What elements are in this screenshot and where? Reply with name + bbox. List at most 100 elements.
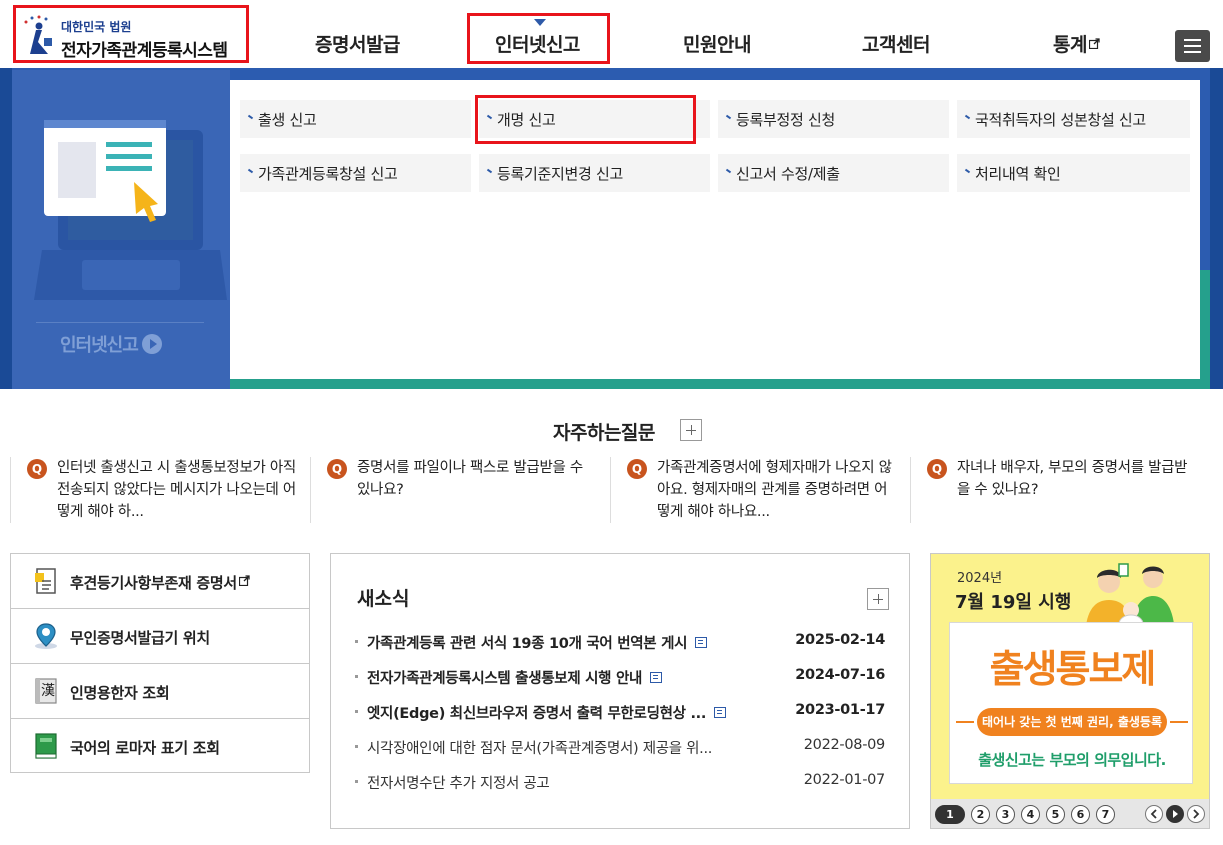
news-item-title: 엣지(Edge) 최신브라우저 증명서 출력 무한로딩현상 ... [367, 702, 727, 723]
banner-duty: 출생신고는 부모의 의무입니다. [978, 751, 1166, 769]
banner-headline: 출생통보제 [989, 647, 1157, 691]
bullet-icon [355, 710, 358, 713]
submenu-family-register-creation[interactable]: 가족관계등록창설 신고 [240, 154, 471, 192]
banner-next-button[interactable] [1187, 805, 1205, 823]
faq-question: 인터넷 출생신고 시 출생통보정보가 아직 전송되지 않았다는 메시지가 나오는… [57, 460, 296, 520]
quick-link-label: 무인증명서발급기 위치 [70, 629, 210, 647]
faq-q-icon: Q [627, 459, 647, 479]
document-icon [695, 637, 708, 648]
news-item-date: 2024-07-16 [795, 667, 885, 683]
faq-q-icon: Q [27, 459, 47, 479]
external-link-icon [1088, 38, 1100, 49]
court-emblem-icon [24, 15, 52, 54]
chevron-left-icon [1150, 809, 1157, 819]
banner-deco-line [1170, 721, 1188, 723]
news-title: 새소식 [357, 588, 410, 610]
nav-statistics[interactable]: 통계 [1053, 30, 1100, 57]
faq-question: 자녀나 배우자, 부모의 증명서를 발급받을 수 있나요? [957, 460, 1188, 498]
banner-date: 7월 19일 시행 [955, 592, 1072, 613]
news-item-date: 2025-02-14 [795, 632, 885, 648]
court-label: 대한민국 법원 [61, 20, 132, 34]
faq-item[interactable]: Q 가족관계증명서에 형제자매가 나오지 않아요. 형제자매의 관계를 증명하려… [610, 457, 910, 523]
promo-banner[interactable]: 2024년 7월 19일 시행 출생통보제 태어나 갖는 첫 번째 권리, 출생… [930, 553, 1210, 829]
news-item-text: 전자가족관계등록시스템 출생통보제 시행 안내 [367, 671, 643, 687]
svg-text:漢: 漢 [41, 683, 55, 699]
nav-certificate[interactable]: 증명서발급 [315, 30, 400, 57]
banner-year: 2024년 [957, 571, 1003, 586]
banner-pagination: 1 2 3 4 5 6 7 [931, 799, 1209, 828]
news-item-date: 2023-01-17 [795, 702, 885, 718]
news-item-title: 가족관계등록 관련 서식 19종 10개 국어 번역본 게시 [367, 632, 708, 653]
quick-links-box: 후견등기사항부존재 증명서 무인증명서발급기 위치 漢 인명용한자 조회 국어의… [10, 553, 310, 773]
faq-item[interactable]: Q 증명서를 파일이나 팩스로 발급받을 수 있나요? [310, 457, 610, 523]
banner-page-2[interactable]: 2 [971, 805, 990, 824]
quick-link-kiosk-location[interactable]: 무인증명서발급기 위치 [11, 609, 309, 664]
news-box: 새소식 가족관계등록 관련 서식 19종 10개 국어 번역본 게시 2025-… [330, 553, 910, 829]
document-icon [714, 707, 727, 718]
news-item-date: 2022-01-07 [803, 772, 886, 788]
news-more-button[interactable] [867, 588, 889, 610]
site-logo[interactable]: 대한민국 법원 전자가족관계등록시스템 [13, 5, 249, 63]
document-icon [650, 672, 663, 683]
submenu-processing-status[interactable]: 처리내역 확인 [957, 154, 1190, 192]
submenu-active-highlight [475, 95, 696, 144]
quick-link-label: 인명용한자 조회 [70, 684, 170, 702]
news-item-title: 시각장애인에 대한 점자 문서(가족관계증명서) 제공을 위... [367, 741, 713, 757]
banner-page-6[interactable]: 6 [1071, 805, 1090, 824]
submenu-birth-report[interactable]: 출생 신고 [240, 100, 471, 138]
news-item[interactable]: 가족관계등록 관련 서식 19종 10개 국어 번역본 게시 2025-02-1… [355, 632, 885, 654]
news-item[interactable]: 엣지(Edge) 최신브라우저 증명서 출력 무한로딩현상 ... 2023-0… [355, 702, 885, 724]
quick-link-label: 국어의 로마자 표기 조회 [70, 739, 220, 757]
banner-page-5[interactable]: 5 [1046, 805, 1065, 824]
hamburger-menu-button[interactable] [1175, 30, 1210, 62]
faq-title: 자주하는질문 [553, 422, 655, 444]
mega-menu-caption[interactable]: 인터넷신고 [36, 322, 204, 364]
play-circle-icon [141, 334, 162, 354]
external-link-icon [238, 575, 250, 586]
banner-pill: 태어나 갖는 첫 번째 권리, 출생등록 [977, 708, 1167, 736]
banner-prev-button[interactable] [1145, 805, 1163, 823]
nav-statistics-label: 통계 [1053, 34, 1087, 56]
document-icon [35, 568, 56, 594]
submenu-report-edit-submit[interactable]: 신고서 수정/제출 [718, 154, 949, 192]
news-item-text: 엣지(Edge) 최신브라우저 증명서 출력 무한로딩현상 ... [367, 706, 707, 722]
faq-more-button[interactable] [680, 419, 702, 441]
laptop-illustration-icon [34, 120, 227, 300]
submenu-registration-base-change[interactable]: 등록기준지변경 신고 [479, 154, 710, 192]
faq-question: 가족관계증명서에 형제자매가 나오지 않아요. 형제자매의 관계를 증명하려면 … [657, 460, 892, 520]
quick-link-guardianship-certificate[interactable]: 후견등기사항부존재 증명서 [11, 554, 309, 609]
news-item-title: 전자가족관계등록시스템 출생통보제 시행 안내 [367, 667, 663, 688]
banner-deco-line [956, 721, 974, 723]
faq-item[interactable]: Q 자녀나 배우자, 부모의 증명서를 발급받을 수 있나요? [910, 457, 1210, 523]
banner-page-3[interactable]: 3 [996, 805, 1015, 824]
banner-play-button[interactable] [1166, 805, 1184, 823]
hanja-book-icon: 漢 [35, 678, 57, 704]
news-item[interactable]: 전자가족관계등록시스템 출생통보제 시행 안내 2024-07-16 [355, 667, 885, 689]
nav-customer-center[interactable]: 고객센터 [862, 30, 930, 57]
site-header: 대한민국 법원 전자가족관계등록시스템 증명서발급 인터넷신고 민원안내 고객센… [0, 0, 1223, 70]
news-item[interactable]: 시각장애인에 대한 점자 문서(가족관계증명서) 제공을 위... 2022-0… [355, 737, 885, 759]
faq-question: 증명서를 파일이나 팩스로 발급받을 수 있나요? [357, 460, 583, 498]
quick-link-text: 후견등기사항부존재 증명서 [70, 574, 237, 592]
quick-link-label: 후견등기사항부존재 증명서 [70, 572, 250, 593]
faq-q-icon: Q [327, 459, 347, 479]
hero-edge-right [1210, 68, 1223, 389]
banner-page-1[interactable]: 1 [935, 805, 965, 824]
quick-link-name-hanja[interactable]: 漢 인명용한자 조회 [11, 664, 309, 719]
faq-q-icon: Q [927, 459, 947, 479]
faq-item[interactable]: Q 인터넷 출생신고 시 출생통보정보가 아직 전송되지 않았다는 메시지가 나… [10, 457, 310, 523]
banner-card: 출생통보제 태어나 갖는 첫 번째 권리, 출생등록 출생신고는 부모의 의무입… [949, 622, 1193, 784]
banner-page-4[interactable]: 4 [1021, 805, 1040, 824]
nav-civil-guide[interactable]: 민원안내 [683, 30, 751, 57]
news-item-date: 2022-08-09 [803, 737, 886, 753]
quick-link-romanization[interactable]: 국어의 로마자 표기 조회 [11, 719, 309, 774]
news-item-text: 가족관계등록 관련 서식 19종 10개 국어 번역본 게시 [367, 636, 688, 652]
banner-page-7[interactable]: 7 [1096, 805, 1115, 824]
submenu-naturalized-surname[interactable]: 국적취득자의 성본창설 신고 [957, 100, 1190, 138]
news-item[interactable]: 전자서명수단 추가 지정서 공고 2022-01-07 [355, 772, 885, 794]
system-title: 전자가족관계등록시스템 [61, 41, 228, 61]
nav-caret-icon [534, 19, 546, 26]
submenu-register-correction[interactable]: 등록부정정 신청 [718, 100, 949, 138]
hero-edge-left [0, 68, 12, 389]
bullet-icon [355, 780, 358, 783]
